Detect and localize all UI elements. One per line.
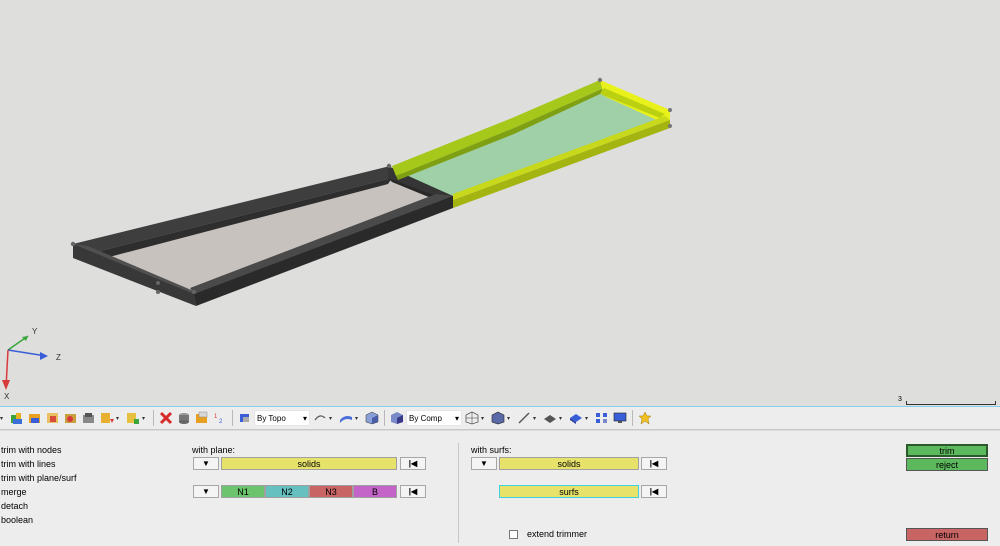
n2-node-collector[interactable]: N2 bbox=[265, 485, 309, 498]
star-icon[interactable] bbox=[637, 410, 653, 426]
toolbar-separator bbox=[232, 410, 233, 426]
chevron-down-icon: ▼ bbox=[202, 459, 210, 468]
reset-icon: |◀ bbox=[649, 487, 659, 496]
n1-node-collector[interactable]: N1 bbox=[221, 485, 265, 498]
plane-solids-reset-button[interactable]: |◀ bbox=[400, 457, 426, 470]
trim-button[interactable]: trim bbox=[906, 444, 988, 457]
chevron-down-icon: ▾ bbox=[455, 413, 460, 423]
comp-select[interactable]: By Comp ▾ bbox=[406, 410, 463, 426]
plane-solids-collector[interactable]: solids bbox=[221, 457, 397, 470]
axis-y-label: Y bbox=[32, 327, 38, 336]
comp-select-value: By Comp bbox=[409, 413, 442, 423]
solid-dropdown-icon[interactable]: ▾ bbox=[585, 415, 591, 422]
dark-solid-part[interactable] bbox=[70, 163, 453, 306]
chevron-down-icon: ▾ bbox=[303, 413, 308, 423]
svg-text:2: 2 bbox=[219, 419, 223, 425]
scale-line bbox=[906, 401, 996, 405]
svg-text:1: 1 bbox=[214, 414, 218, 420]
toolbar-separator bbox=[384, 410, 386, 426]
options-icon[interactable] bbox=[125, 410, 141, 426]
mask-icon[interactable] bbox=[63, 410, 79, 426]
surface-dropdown-icon[interactable]: ▾ bbox=[355, 415, 361, 422]
comp-color-icon[interactable] bbox=[389, 410, 405, 426]
box-icon[interactable] bbox=[194, 410, 210, 426]
axis-z-label: Z bbox=[56, 353, 61, 362]
plane-method-dropdown[interactable]: ▼ bbox=[193, 485, 219, 498]
line-icon[interactable] bbox=[516, 410, 532, 426]
rotate-icon[interactable] bbox=[312, 410, 328, 426]
scale-label: 3 bbox=[898, 396, 902, 403]
menu-item-detach[interactable]: detach bbox=[1, 501, 28, 511]
menu-item-trim-with-plane-surf[interactable]: trim with plane/surf bbox=[1, 473, 77, 483]
surface-icon[interactable] bbox=[338, 410, 354, 426]
reject-button[interactable]: reject bbox=[906, 458, 988, 471]
export-dropdown-icon[interactable]: ▾ bbox=[116, 415, 122, 422]
rotate-dropdown-icon[interactable]: ▾ bbox=[329, 415, 335, 422]
chevron-down-icon: ▼ bbox=[480, 459, 488, 468]
wireframe-icon[interactable] bbox=[464, 410, 480, 426]
reset-icon: |◀ bbox=[408, 459, 418, 468]
surfs-reset-button[interactable]: |◀ bbox=[641, 485, 667, 498]
shaded-icon[interactable] bbox=[490, 410, 506, 426]
numbers-icon[interactable]: 12 bbox=[212, 410, 228, 426]
base-node-collector[interactable]: B bbox=[353, 485, 397, 498]
collector-icon[interactable] bbox=[9, 410, 25, 426]
topo-select-value: By Topo bbox=[257, 413, 286, 423]
shaded-dropdown-icon[interactable]: ▾ bbox=[507, 415, 513, 422]
n3-node-collector[interactable]: N3 bbox=[309, 485, 353, 498]
export-icon[interactable] bbox=[99, 410, 115, 426]
solid-icon[interactable] bbox=[568, 410, 584, 426]
chevron-down-icon: ▼ bbox=[202, 487, 210, 496]
panel-divider bbox=[458, 443, 459, 543]
hypermesh-window: Y Z X 3 ▾ ▾ ▾ 12 By Topo ▾ ▾ ▾ By Comp ▾… bbox=[0, 0, 1000, 546]
menu-item-boolean[interactable]: boolean bbox=[1, 515, 33, 525]
surfs-solids-dropdown[interactable]: ▼ bbox=[471, 457, 497, 470]
display-icon[interactable] bbox=[45, 410, 61, 426]
graphics-viewport[interactable]: Y Z X 3 bbox=[0, 0, 1000, 406]
delete-icon[interactable] bbox=[158, 410, 174, 426]
import-icon[interactable] bbox=[81, 410, 97, 426]
topo-select[interactable]: By Topo ▾ bbox=[254, 410, 311, 426]
return-button[interactable]: return bbox=[906, 528, 988, 541]
menu-item-trim-with-nodes[interactable]: trim with nodes bbox=[1, 445, 62, 455]
comps-icon[interactable] bbox=[27, 410, 43, 426]
cube-icon[interactable] bbox=[364, 410, 380, 426]
plane-icon[interactable] bbox=[542, 410, 558, 426]
reset-icon: |◀ bbox=[649, 459, 659, 468]
extend-trimmer-label: extend trimmer bbox=[527, 529, 588, 539]
plane-nodes-reset-button[interactable]: |◀ bbox=[400, 485, 426, 498]
axis-triad: Y Z X bbox=[2, 327, 61, 400]
with-surfs-label: with surfs: bbox=[471, 445, 512, 455]
wireframe-dropdown-icon[interactable]: ▾ bbox=[481, 415, 487, 422]
reset-icon: |◀ bbox=[408, 487, 418, 496]
surfs-collector[interactable]: surfs bbox=[499, 485, 639, 498]
connectors-icon[interactable] bbox=[594, 410, 610, 426]
plane-dropdown-icon[interactable]: ▾ bbox=[559, 415, 565, 422]
toolbar-separator bbox=[632, 410, 634, 426]
toolbar-dropdown-icon[interactable]: ▾ bbox=[0, 415, 6, 422]
view-icon[interactable] bbox=[237, 410, 253, 426]
toolbar-separator bbox=[153, 410, 154, 426]
extend-trimmer-checkbox[interactable] bbox=[509, 530, 518, 539]
plane-solids-dropdown[interactable]: ▼ bbox=[193, 457, 219, 470]
model-geometry[interactable] bbox=[0, 0, 1000, 406]
with-plane-label: with plane: bbox=[192, 445, 236, 455]
options-dropdown-icon[interactable]: ▾ bbox=[142, 415, 148, 422]
main-toolbar: ▾ ▾ ▾ 12 By Topo ▾ ▾ ▾ By Comp ▾ ▾ ▾ ▾ ▾ bbox=[0, 406, 1000, 430]
solid-edit-panel: trim with nodes trim with lines trim wit… bbox=[0, 431, 1000, 546]
line-dropdown-icon[interactable]: ▾ bbox=[533, 415, 539, 422]
menu-item-merge[interactable]: merge bbox=[1, 487, 27, 497]
scale-bar: 3 bbox=[898, 396, 998, 406]
surfs-solids-collector[interactable]: solids bbox=[499, 457, 639, 470]
axis-x-label: X bbox=[4, 392, 10, 400]
cylinder-icon[interactable] bbox=[176, 410, 192, 426]
monitor-icon[interactable] bbox=[612, 410, 628, 426]
menu-item-trim-with-lines[interactable]: trim with lines bbox=[1, 459, 56, 469]
surfs-solids-reset-button[interactable]: |◀ bbox=[641, 457, 667, 470]
